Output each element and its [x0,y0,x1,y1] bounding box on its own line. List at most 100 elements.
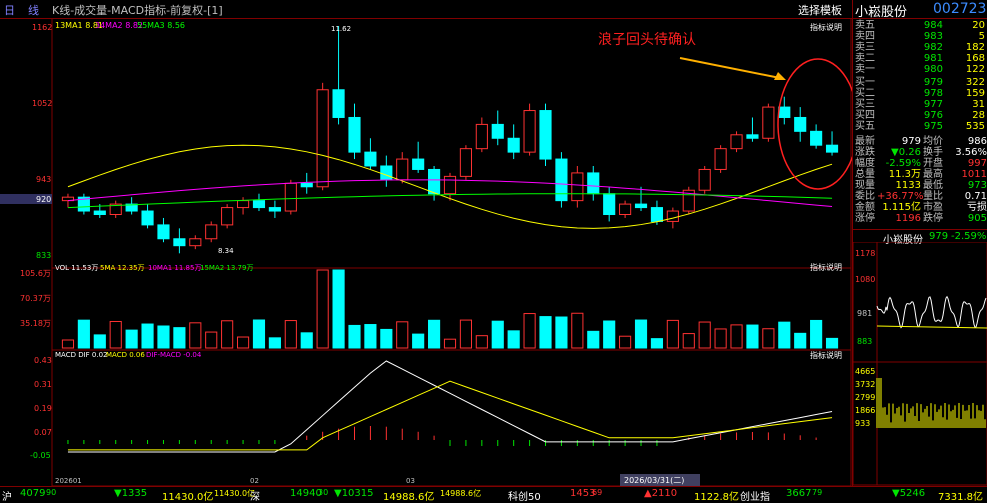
quote-value: 0.71 [964,191,987,202]
macd-indicator-help[interactable]: 指标说明 [810,350,842,360]
mini-intraday-chart[interactable]: 1178 1080 981 883 4665 3732 2799 1866 93… [853,242,987,486]
main-indicator-help[interactable]: 指标说明 [810,22,842,32]
volume-bar [475,335,488,349]
sh-change: ▼1335 [114,488,148,499]
order-label: 卖一 [855,64,875,75]
volume-bar [380,328,393,349]
candle-body [810,130,823,146]
volume-bar [284,320,297,349]
candle-body [714,148,727,170]
bid-row[interactable]: 买二 978 159 [853,88,987,99]
high-price-label: 11.62 [331,25,351,33]
annotation-text: 浪子回头待确认 [598,32,696,48]
candle-body [93,210,106,215]
bid-row[interactable]: 买三 977 31 [853,99,987,110]
candle-body [459,148,472,177]
mini-axis-883: 883 [857,337,872,346]
volume-bar [316,269,329,349]
vol-5ma-legend: 5MA 12.35万 [100,264,145,272]
candle-body [698,168,711,191]
ask-row[interactable]: 卖三 982 182 [853,42,987,53]
volume-bar [189,322,202,349]
ask-row[interactable]: 卖四 983 5 [853,31,987,42]
quote-label: 开盘 [923,158,943,169]
quote-value: 973 [967,180,987,191]
candlesticks [61,26,839,254]
mini-axis-981: 981 [857,309,872,318]
macd-axis-0: 0.43 [34,356,52,365]
order-volume: 122 [965,64,985,75]
vol-indicator-help[interactable]: 指标说明 [810,262,842,272]
candle-body [507,137,520,153]
bid-row[interactable]: 买五 975 535 [853,121,987,132]
volume-bar [587,330,600,349]
volume-bar [491,320,504,349]
date-badge: 2026/03/31(二) [624,476,684,485]
volume-bar [221,320,234,349]
x-label-03: 03 [406,477,415,485]
quote-value: 979 [901,136,921,147]
mini-vol-axis-2: 2799 [855,393,875,402]
sz-amount: 14988.6亿 [383,492,435,503]
ask-row[interactable]: 卖一 980 122 [853,64,987,75]
quote-row: 涨跌 ▼0.26 换手 3.56% [853,147,987,158]
candle-body [412,158,425,170]
sh-label[interactable]: 沪 [2,488,12,503]
quote-value: 1011 [961,169,987,180]
price-axis-920: 920 [36,195,51,204]
quote-row: 现量 1133 最低 973 [853,180,987,191]
volume-bar [93,334,106,349]
stock-name: 小崧股份 [855,5,908,20]
vol-axis-low: 35.18万 [20,319,51,328]
mini-price-line [876,295,987,329]
quote-value: 1196 [895,213,921,224]
order-label: 买四 [855,110,875,121]
sz-label[interactable]: 深 [250,488,260,503]
order-label: 买二 [855,88,875,99]
annotation-arrow [679,57,781,79]
candle-body [380,165,393,181]
quote-label: 总量 [855,169,875,180]
quote-row: 幅度 -2.59% 开盘 997 [853,158,987,169]
template-select-button[interactable]: 选择模板 [798,2,842,18]
ask-row[interactable]: 卖五 984 20 [853,20,987,31]
candle-body [555,158,568,202]
kc-label[interactable]: 科创50 [508,488,541,503]
quote-value: 1.115亿 [882,202,921,213]
candle-body [268,207,281,212]
volume-bar [348,324,361,349]
candle-body [252,200,266,209]
candle-body [491,123,504,139]
price-axis-1052: 1052 [32,99,52,108]
x-label-02: 02 [250,477,259,485]
volume-bar [428,319,441,349]
period-line-tab[interactable]: 线 [28,2,39,18]
sh-price: 4079 [20,488,46,499]
candle-body [825,144,839,153]
macd-dif-legend: MACD DIF 0.02 [55,351,108,359]
bid-row[interactable]: 买一 979 322 [853,77,987,88]
quote-label: 最低 [923,180,943,191]
volume-bar [300,332,313,349]
chart-title: K线-成交量-MACD指标-前复权-[1] [52,4,223,17]
candle-body [396,158,409,181]
period-day-tab[interactable]: 日 [4,2,15,18]
quote-row: 总量 11.3万 最高 1011 [853,169,987,180]
order-label: 买五 [855,121,875,132]
quote-value: 905 [967,213,987,224]
volume-bar [125,329,138,349]
ask-row[interactable]: 卖二 981 168 [853,53,987,64]
chart-area[interactable]: 13MA1 8.81 34MA2 8.82 55MA3 8.56 指标说明 11… [0,18,852,486]
candle-body [364,151,377,167]
candle-body [587,172,600,195]
volume-bar [666,319,679,349]
candle-body [746,134,759,139]
candle-body [173,238,186,247]
candle-body [221,207,234,226]
volume-bar [364,324,377,349]
quote-row: 最新 979 均价 986 [853,136,987,147]
bid-row[interactable]: 买四 976 28 [853,110,987,121]
cy-label[interactable]: 创业指 [740,488,770,503]
candle-body [523,110,536,153]
volume-bar [77,319,90,349]
